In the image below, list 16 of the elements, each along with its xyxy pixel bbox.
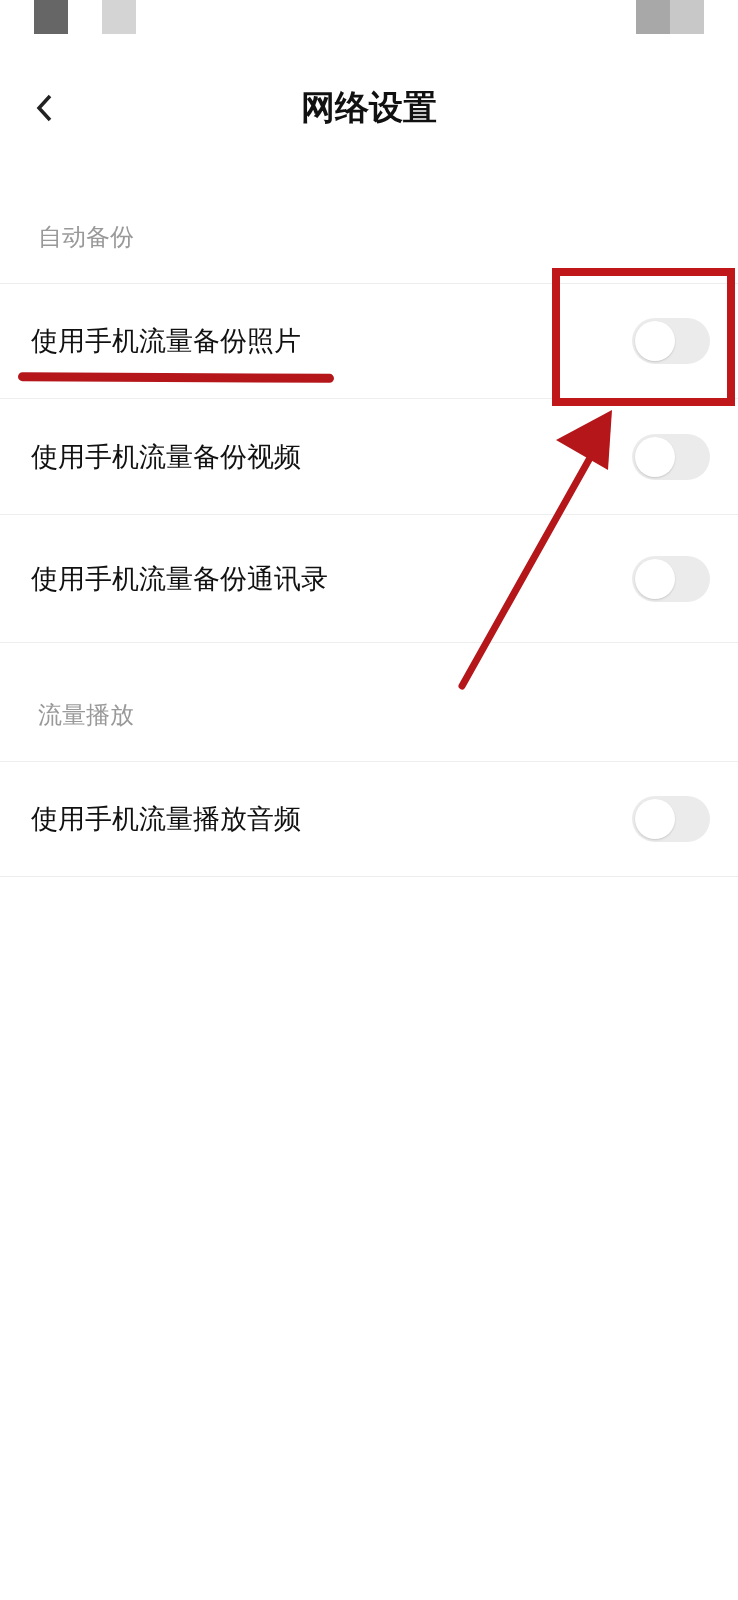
toggle-switch[interactable]: [632, 433, 710, 480]
page-title: 网络设置: [301, 85, 437, 129]
setting-label: 使用手机流量播放音频: [31, 802, 301, 836]
section-title: 流量播放: [0, 643, 738, 762]
status-block: [670, 0, 704, 34]
toggle-switch[interactable]: [632, 555, 710, 602]
back-chevron-icon: [34, 92, 54, 123]
setting-label: 使用手机流量备份视频: [31, 439, 301, 474]
status-block: [636, 0, 670, 34]
toggle-switch[interactable]: [632, 318, 710, 364]
setting-label: 使用手机流量备份通讯录: [31, 561, 328, 596]
setting-label: 使用手机流量备份照片: [31, 324, 301, 358]
section-title: 自动备份: [0, 155, 738, 284]
toggle-switch[interactable]: [632, 796, 710, 842]
status-block: [34, 0, 68, 34]
status-block: [102, 0, 136, 34]
